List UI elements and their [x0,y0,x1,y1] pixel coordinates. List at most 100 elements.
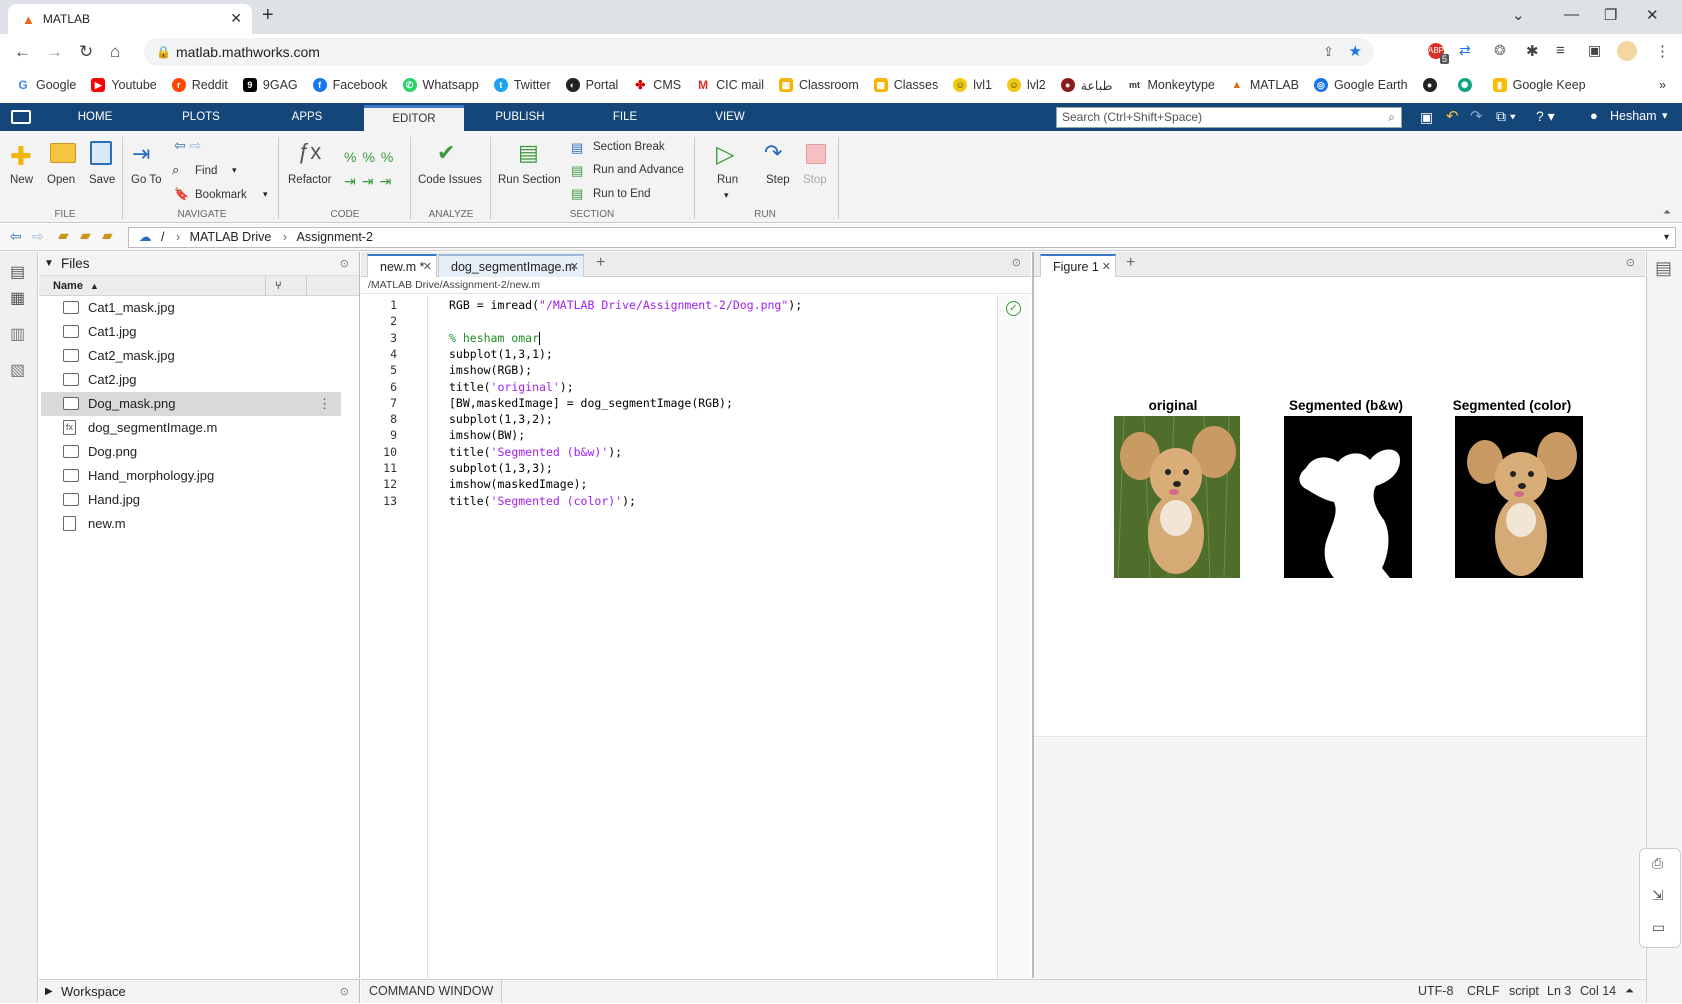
code-line[interactable]: % hesham omar [449,331,541,345]
code-line[interactable]: subplot(1,3,2); [449,412,553,426]
workspace-view-icon[interactable]: ▦ [10,288,25,308]
new-figure-tab-button[interactable]: + [1126,254,1135,272]
save-button[interactable]: Save [89,174,115,186]
indent-tools-icon[interactable]: ⇥⇥⇥ [344,173,397,190]
command-window-tab[interactable]: COMMAND WINDOW [361,980,503,1003]
tab-apps[interactable]: APPS [274,103,340,131]
step-button[interactable]: Step [766,174,790,186]
code-line[interactable]: RGB = imread("/MATLAB Drive/Assignment-2… [449,298,802,312]
panel-options-icon[interactable]: ⊙ [340,252,349,276]
documentation-icon[interactable]: ▤ [1655,258,1672,279]
refactor-icon[interactable]: ƒx [298,139,321,165]
back-icon[interactable]: ← [14,42,31,62]
close-figure-icon[interactable]: ✕ [1102,256,1111,278]
media-queue-icon[interactable]: ≡ [1556,42,1565,59]
bookmark-whatsapp[interactable]: ✆ Whatsapp [402,78,479,92]
save-icon[interactable]: ▣ [1420,109,1433,126]
tab-plots[interactable]: PLOTS [168,103,234,131]
find-button[interactable]: Find [195,165,217,177]
bookmark-lvl2[interactable]: ☺ lvl2 [1006,78,1046,92]
user-name[interactable]: Hesham [1610,109,1657,123]
redo-icon[interactable]: ↷ [1470,107,1483,125]
extension-icon[interactable]: ❂ [1494,42,1506,59]
layout-figure-icon[interactable]: ▭ [1652,919,1665,936]
file-row[interactable]: Dog.png [39,440,359,464]
workspace-header[interactable]: ▶ Workspace ⊙ [39,979,360,1003]
new-button[interactable]: New [10,174,33,186]
find-files-icon[interactable]: ▰ [102,227,113,244]
tab-home[interactable]: HOME [62,103,128,131]
run-to-end-button[interactable]: Run to End [593,188,651,200]
bookmark-classes[interactable]: ▦ Classes [873,78,938,92]
code-line[interactable]: imshow(RGB); [449,363,532,377]
file-row[interactable]: Hand.jpg [39,488,359,512]
goto-button[interactable]: Go To [131,174,161,186]
path-segment-drive[interactable]: MATLAB Drive [190,230,272,244]
code-line[interactable]: subplot(1,3,3); [449,461,553,475]
folder-forward-icon[interactable]: ⇨ [32,228,44,245]
bookmark-youtube[interactable]: ▶ Youtube [91,78,157,92]
history-view-icon[interactable]: ▧ [10,360,25,380]
restore-button[interactable]: ❐ [1604,6,1617,24]
run-section-icon[interactable]: ▤ [518,140,539,166]
encoding-status[interactable]: UTF-8 [1418,980,1453,1002]
code-line[interactable]: [BW,maskedImage] = dog_segmentImage(RGB)… [449,396,733,410]
print-figure-icon[interactable]: ⎙ [1652,855,1663,872]
editor-tab-new-m[interactable]: new.m * ✕ [367,254,437,277]
panel-options-icon[interactable]: ⊙ [340,980,349,1004]
expand-chevron-icon[interactable]: ▶ [45,980,53,1004]
code-issues-button[interactable]: Code Issues [418,174,482,186]
up-folder-icon[interactable]: ▰ [58,227,69,244]
code-line[interactable]: title('Segmented (b&w)'); [449,445,622,459]
bookmark-chatgpt[interactable]: ✺ [1457,78,1478,92]
bookmark-cms[interactable]: ✤ CMS [633,78,681,92]
code-line[interactable]: title('Segmented (color)'); [449,494,636,508]
bookmark-print[interactable]: ● طباعة [1060,78,1112,93]
bookmark-star-icon[interactable]: ★ [1349,38,1362,66]
file-row[interactable]: Cat2_mask.jpg [39,344,359,368]
file-row[interactable]: Dog_mask.png ⋮ [41,392,341,416]
reload-icon[interactable]: ↻ [79,42,93,62]
files-view-icon[interactable]: ▤ [10,262,25,282]
collapse-ribbon-icon[interactable]: ⏶ [1663,207,1671,218]
run-icon[interactable]: ▷ [716,140,734,169]
side-panel-icon[interactable]: ▣ [1588,42,1601,59]
minimize-button[interactable]: — [1564,6,1579,23]
code-line[interactable]: title('original'); [449,380,574,394]
forward-icon[interactable]: → [46,42,63,62]
tab-view[interactable]: VIEW [700,103,760,131]
panel-options-icon[interactable]: ⊙ [1012,256,1021,269]
code-view-icon[interactable]: ▥ [10,324,25,344]
tab-publish[interactable]: PUBLISH [487,103,553,131]
browse-folder-icon[interactable]: ▰ [80,227,91,244]
bookmark-google-earth[interactable]: ◎ Google Earth [1313,78,1408,92]
figure-canvas[interactable]: original Segmented (b&w) Segmented (colo… [1034,278,1647,737]
run-button[interactable]: Run [717,174,738,186]
close-window-button[interactable]: ✕ [1646,6,1659,24]
bookmark-portal[interactable]: ◐ Portal [565,78,618,92]
help-icon[interactable]: ? ▾ [1536,108,1555,125]
step-icon[interactable]: ↷ [764,140,782,166]
home-icon[interactable]: ⌂ [110,42,120,62]
no-issues-check-icon[interactable]: ✓ [1006,301,1021,316]
files-header[interactable]: ▼ Files ⊙ [39,252,359,276]
run-dropdown-icon[interactable]: ▾ [724,190,729,201]
file-row[interactable]: Hand_morphology.jpg [39,464,359,488]
new-editor-tab-button[interactable]: + [596,254,605,272]
bookmark-9gag[interactable]: 9 9GAG [242,78,298,92]
current-folder-path[interactable]: ☁ / › MATLAB Drive › Assignment-2 ▾ [128,227,1676,248]
browser-menu-icon[interactable]: ⋮ [1655,42,1670,60]
code-line[interactable]: imshow(BW); [449,428,525,442]
bookmark-reddit[interactable]: r Reddit [171,78,228,92]
user-menu-chevron-icon[interactable]: ▾ [1662,109,1668,122]
path-dropdown-icon[interactable]: ▾ [1664,228,1669,247]
bookmark-lvl1[interactable]: ☺ lvl1 [953,78,992,92]
bookmark-button[interactable]: Bookmark [195,189,247,201]
file-row[interactable]: Cat1_mask.jpg [39,296,359,320]
file-row[interactable]: new.m [39,512,359,536]
close-tab-icon[interactable]: ✕ [570,256,579,278]
back-arrow-icon[interactable]: ⇦ ⇨ [174,137,201,154]
panel-options-icon[interactable]: ⊙ [1626,256,1635,269]
files-column-header[interactable]: Name ▲ ⑂ [39,276,359,296]
bookmark-cic-mail[interactable]: M CIC mail [696,78,764,92]
